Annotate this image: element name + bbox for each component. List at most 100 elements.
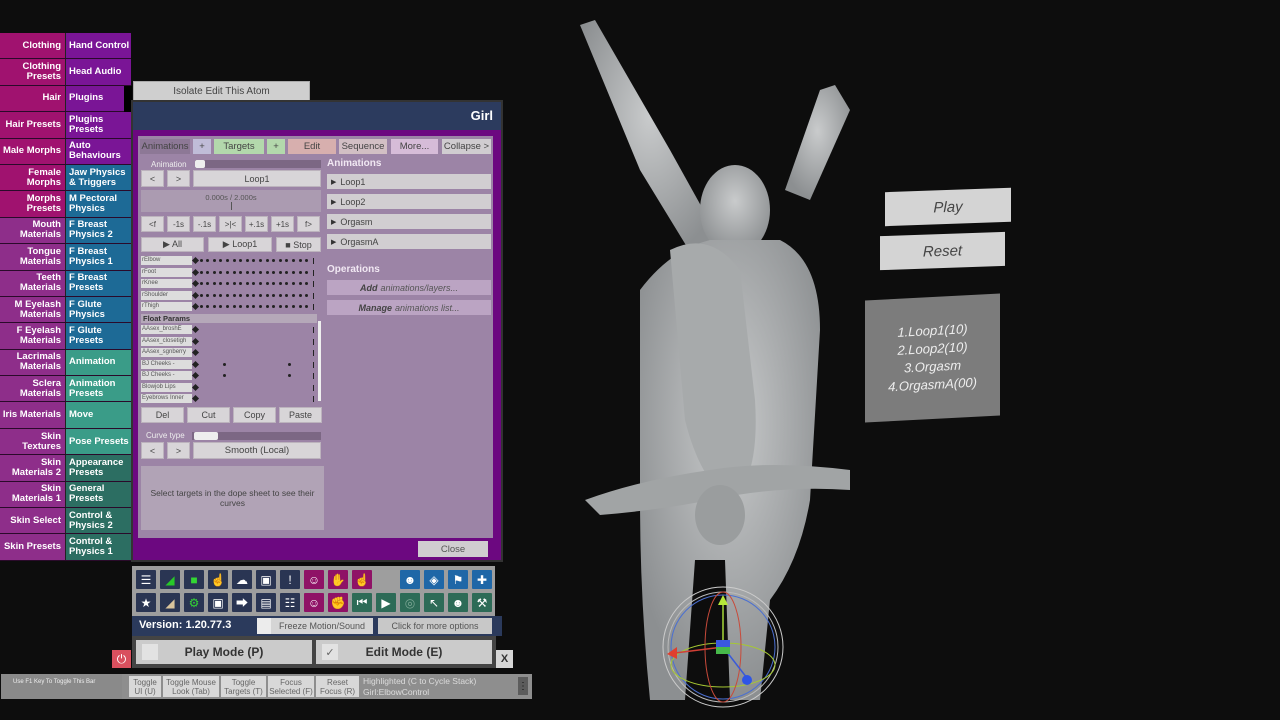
delete-keyframe-button[interactable]: Del [141,407,184,423]
step-button[interactable]: +1s [271,216,294,232]
keyframe[interactable] [199,305,203,308]
step-button[interactable]: -1s [167,216,190,232]
freeze-checkbox[interactable] [257,618,271,634]
category-item[interactable]: Clothing Presets [0,59,66,85]
keyframe[interactable] [259,259,262,262]
keyframe[interactable] [285,270,289,274]
close-ui-button[interactable]: X [496,650,513,668]
play-current-button[interactable]: ▶ Loop1 [208,237,272,252]
keyframe-track[interactable] [191,279,314,288]
open-scene-icon[interactable]: ◢ [160,570,180,589]
unity-icon[interactable]: ◈ [424,570,444,589]
keyframe[interactable] [265,270,269,274]
collapse-button[interactable]: Collapse > [442,139,491,154]
keyframe[interactable] [245,293,249,297]
keyframe[interactable] [272,282,276,285]
category-item[interactable]: Appearance Presets [66,455,131,481]
keyframe[interactable] [285,305,289,308]
keyframe[interactable] [232,259,236,262]
keyframe[interactable] [226,282,229,285]
folder-icon[interactable]: ■ [184,570,204,589]
menu-icon[interactable]: ☰ [136,570,156,589]
flag-icon[interactable]: ⚑ [448,570,468,589]
dope-sheet-target-label[interactable]: rFoot [141,267,192,277]
folder-settings-icon[interactable]: ⚙ [184,593,204,612]
people-icon[interactable]: ☻ [448,593,468,612]
category-item[interactable]: Female Morphs [0,164,66,191]
keyframe[interactable] [278,259,282,262]
keyframe[interactable] [288,362,291,366]
keyframe[interactable] [191,337,200,345]
keyframe[interactable] [285,282,289,285]
keyframe[interactable] [191,394,200,403]
animation-list-item[interactable]: ▶ OrgasmA [327,234,491,249]
category-item[interactable]: Auto Behaviours [66,138,131,164]
keyframe[interactable] [265,282,269,285]
add-animation-button[interactable]: + [193,139,211,154]
keyframe[interactable] [272,270,276,274]
keyframe[interactable] [278,305,282,308]
keyframe[interactable] [239,305,243,308]
keyframe[interactable] [305,293,309,297]
toggle-mouse-look-button[interactable]: Toggle Mouse Look (Tab) [163,676,219,697]
keyframe[interactable] [285,259,289,262]
more-menu-icon[interactable]: ⋮ [518,677,528,695]
keyframe-track[interactable] [191,256,314,265]
keyframe[interactable] [245,270,249,274]
keyframe[interactable] [252,305,256,308]
keyframe[interactable] [305,305,309,308]
keyframe-track[interactable] [191,348,314,357]
transform-gizmo[interactable] [655,575,795,710]
keyframe[interactable] [226,270,229,274]
alert-icon[interactable]: ! [280,570,300,589]
keyframe[interactable] [212,293,216,297]
keyframe[interactable] [252,282,256,285]
keyframe-track[interactable] [191,394,314,403]
keyframe[interactable] [305,259,309,262]
keyframe[interactable] [191,383,200,391]
category-item[interactable]: Plugins [66,85,131,112]
keyframe[interactable] [298,270,302,274]
animation-list-item[interactable]: ▶ Orgasm [327,214,491,229]
keyframe[interactable] [226,293,229,297]
keyframe[interactable] [232,293,236,297]
keyframe[interactable] [278,270,282,274]
skip-back-icon[interactable]: ⏮ [352,593,372,612]
toggle-targets-button[interactable]: Toggle Targets (T) [221,676,266,697]
keyframe[interactable] [259,293,262,297]
add-person-icon[interactable]: ☺ [304,570,324,589]
keyframe[interactable] [191,371,200,380]
copy-button[interactable]: Copy [233,407,276,423]
category-item[interactable]: General Presets [66,481,131,508]
keyframe[interactable] [272,293,276,297]
keyframe[interactable] [226,259,229,262]
keyframe[interactable] [245,282,249,285]
category-item[interactable]: Iris Materials [0,402,66,428]
toggle-ui-button[interactable]: Toggle UI (U) [129,676,161,697]
keyframe[interactable] [272,259,276,262]
keyframe[interactable] [272,305,276,308]
hand-icon[interactable]: ✋ [328,570,348,589]
category-item[interactable]: Teeth Materials [0,270,66,296]
keyframe[interactable] [232,282,236,285]
keyframe[interactable] [305,270,309,274]
tab-sequence[interactable]: Sequence [339,139,387,154]
star-icon[interactable]: ★ [136,593,156,612]
animation-slider[interactable] [195,160,321,168]
play-mode-checkbox[interactable] [142,644,158,660]
category-item[interactable]: F Eyelash Materials [0,323,66,349]
keyframe[interactable] [199,270,203,274]
keyframe[interactable] [191,279,200,288]
add-target-button[interactable]: + [267,139,285,154]
category-item[interactable]: F Breast Physics 1 [66,244,131,270]
keyframe[interactable] [219,293,223,297]
keyframe[interactable] [285,293,289,297]
category-item[interactable]: Move [66,402,131,428]
step-button[interactable]: >|< [219,216,242,232]
isolate-edit-atom-button[interactable]: Isolate Edit This Atom [133,81,310,101]
keyframe[interactable] [265,293,269,297]
keyframe[interactable] [292,259,295,262]
keyframe[interactable] [292,305,295,308]
timeline-scrubber[interactable]: 0.000s / 2.000s [141,190,321,212]
keyframe[interactable] [232,270,236,274]
